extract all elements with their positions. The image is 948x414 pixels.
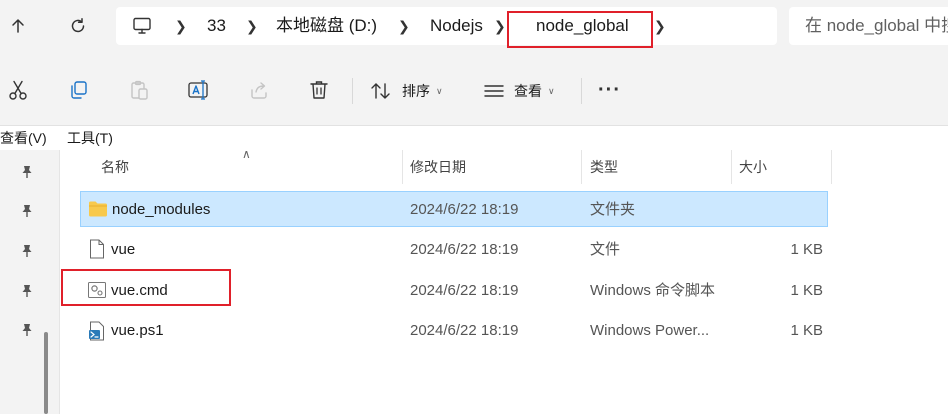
- navigation-pane: [0, 150, 60, 414]
- menu-bar: [0, 126, 948, 150]
- view-lines-icon: [484, 85, 504, 97]
- file-type: 文件夹: [590, 201, 636, 218]
- column-header-size[interactable]: 大小: [739, 150, 767, 184]
- column-separator[interactable]: [402, 150, 403, 184]
- column-separator[interactable]: [831, 150, 832, 184]
- highlight-box-node-global: [507, 11, 653, 48]
- file-modified: 2024/6/22 18:19: [410, 241, 519, 258]
- this-pc-icon[interactable]: [132, 17, 152, 40]
- chevron-right-icon[interactable]: ❯: [494, 7, 506, 45]
- file-size: 1 KB: [790, 282, 823, 299]
- menu-tools[interactable]: 工具(T): [67, 129, 113, 147]
- file-name: node_modules: [112, 201, 211, 218]
- file-name: vue.ps1: [111, 322, 164, 339]
- file-row-vue[interactable]: vue 2024/6/22 18:19 文件 1 KB: [80, 232, 828, 268]
- column-separator[interactable]: [581, 150, 582, 184]
- file-size: 1 KB: [790, 241, 823, 258]
- arrow-up-icon: [12, 19, 24, 33]
- file-row-vue-ps1[interactable]: vue.ps1 2024/6/22 18:19 Windows Power...…: [80, 313, 828, 349]
- pin-icon[interactable]: [20, 165, 34, 179]
- column-header-name[interactable]: 名称: [101, 150, 129, 184]
- powershell-script-icon: [89, 321, 104, 341]
- file-icon: [90, 239, 104, 259]
- column-separator[interactable]: [731, 150, 732, 184]
- search-placeholder: 在 node_global 中搜索: [805, 16, 948, 35]
- more-options-button[interactable]: ···: [598, 76, 621, 104]
- breadcrumb-local-disk[interactable]: 本地磁盘 (D:): [276, 7, 377, 45]
- sort-label: 排序: [402, 83, 430, 99]
- file-modified: 2024/6/22 18:19: [410, 201, 519, 218]
- up-button[interactable]: [3, 11, 33, 41]
- view-label: 查看: [514, 83, 542, 99]
- breadcrumb-nodejs[interactable]: Nodejs: [430, 7, 483, 45]
- sort-button[interactable]: 排序 ∨: [370, 78, 443, 104]
- file-size: 1 KB: [790, 322, 823, 339]
- refresh-icon: [71, 18, 85, 33]
- sort-icon: [371, 83, 390, 99]
- file-type: 文件: [590, 241, 621, 258]
- chevron-right-icon[interactable]: ❯: [246, 7, 258, 45]
- view-button[interactable]: 查看 ∨: [483, 78, 555, 104]
- column-header-modified[interactable]: 修改日期: [410, 150, 466, 184]
- file-modified: 2024/6/22 18:19: [410, 282, 519, 299]
- nav-scrollbar[interactable]: [44, 332, 48, 414]
- search-box[interactable]: 在 node_global 中搜索: [789, 7, 948, 45]
- sort-ascending-icon: ∧: [242, 147, 251, 161]
- address-bar[interactable]: ❯ 33 ❯ 本地磁盘 (D:) ❯ Nodejs ❯ node_global …: [116, 7, 777, 45]
- file-row-node-modules[interactable]: node_modules 2024/6/22 18:19 文件夹: [80, 191, 828, 227]
- cut-icon[interactable]: [6, 78, 30, 102]
- pin-icon[interactable]: [20, 244, 34, 258]
- delete-icon[interactable]: [307, 78, 331, 102]
- rename-icon[interactable]: [187, 78, 211, 102]
- chevron-right-icon[interactable]: ❯: [175, 7, 187, 45]
- toolbar-divider: [581, 78, 582, 104]
- pin-icon[interactable]: [20, 323, 34, 337]
- chevron-right-icon[interactable]: ❯: [398, 7, 410, 45]
- folder-icon: [89, 201, 107, 217]
- file-type: Windows 命令脚本: [590, 282, 716, 299]
- share-icon[interactable]: [247, 78, 271, 102]
- file-name: vue: [111, 241, 136, 258]
- refresh-button[interactable]: [63, 11, 93, 41]
- breadcrumb-33[interactable]: 33: [207, 7, 226, 45]
- pin-icon[interactable]: [20, 204, 34, 218]
- file-modified: 2024/6/22 18:19: [410, 322, 519, 339]
- pin-icon[interactable]: [20, 284, 34, 298]
- menu-view[interactable]: 查看(V): [0, 129, 47, 147]
- chevron-down-icon: ∨: [548, 85, 555, 96]
- chevron-right-icon[interactable]: ❯: [654, 7, 666, 45]
- chevron-down-icon: ∨: [436, 85, 443, 96]
- paste-icon[interactable]: [128, 78, 152, 102]
- file-type: Windows Power...: [590, 322, 710, 339]
- copy-icon[interactable]: [67, 78, 91, 102]
- highlight-box-vue-cmd: [61, 269, 231, 306]
- column-header-type[interactable]: 类型: [590, 150, 618, 184]
- toolbar-divider: [352, 78, 353, 104]
